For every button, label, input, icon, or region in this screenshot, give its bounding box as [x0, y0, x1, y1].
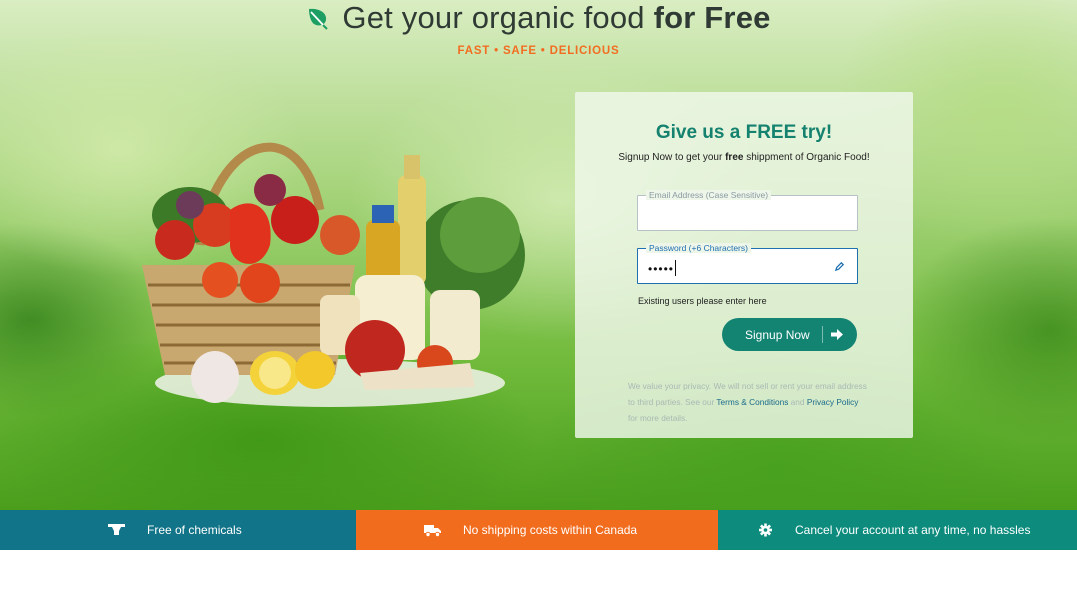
- signup-card: Give us a FREE try! Signup Now to get yo…: [575, 92, 913, 438]
- subtitle-suffix: shippment of Organic Food!: [746, 152, 870, 163]
- gear-icon: [759, 523, 772, 537]
- password-field[interactable]: Password (+6 Characters) •••••: [637, 243, 858, 284]
- leaf-icon: [309, 8, 329, 30]
- text-caret: [675, 260, 677, 276]
- card-title: Give us a FREE try!: [655, 122, 833, 143]
- password-value: •••••: [648, 262, 675, 276]
- tagline: FAST • SAFE • DELICIOUS: [457, 45, 620, 57]
- pencil-icon[interactable]: [834, 261, 845, 272]
- headline-bold: for Free: [653, 0, 771, 35]
- produce-basket-image: [142, 142, 525, 407]
- feature-label: No shipping costs within Canada: [463, 523, 638, 537]
- flask-icon: [108, 524, 125, 535]
- feature-chemicals: Free of chemicals: [0, 510, 356, 550]
- hero-background: Get your organic food for Free FAST • SA…: [0, 0, 1077, 510]
- headline-prefix: Get your organic food: [342, 0, 645, 35]
- privacy-and: and: [790, 397, 805, 407]
- email-label: Email Address (Case Sensitive): [646, 190, 772, 200]
- card-subtitle: Signup Now to get your free shippment of…: [575, 152, 913, 163]
- terms-link[interactable]: Terms & Conditions: [716, 397, 788, 407]
- button-divider: [822, 326, 823, 343]
- arrow-right-icon: [831, 329, 843, 340]
- truck-icon: [424, 525, 441, 537]
- existing-users-link[interactable]: Existing users please enter here: [638, 296, 767, 306]
- headline: Get your organic food for Free: [0, 0, 1077, 36]
- feature-cancel: Cancel your account at any time, no hass…: [718, 510, 1077, 550]
- privacy-text-2: for more details.: [628, 413, 688, 423]
- password-value-wrap: •••••: [648, 260, 677, 276]
- email-field[interactable]: Email Address (Case Sensitive): [637, 190, 858, 231]
- signup-button[interactable]: Signup Now: [722, 318, 857, 351]
- features-bar: Free of chemicals No shipping costs with…: [0, 510, 1077, 550]
- feature-shipping: No shipping costs within Canada: [356, 510, 718, 550]
- signup-label: Signup Now: [745, 327, 810, 342]
- privacy-note: We value your privacy. We will not sell …: [628, 378, 868, 426]
- privacy-policy-link[interactable]: Privacy Policy: [807, 397, 859, 407]
- subtitle-prefix: Signup Now to get your: [618, 152, 723, 163]
- feature-label: Cancel your account at any time, no hass…: [795, 523, 1031, 537]
- headline-text: Get your organic food for Free: [342, 0, 770, 36]
- subtitle-bold: free: [725, 152, 744, 163]
- feature-label: Free of chemicals: [147, 523, 242, 537]
- password-label: Password (+6 Characters): [646, 243, 751, 253]
